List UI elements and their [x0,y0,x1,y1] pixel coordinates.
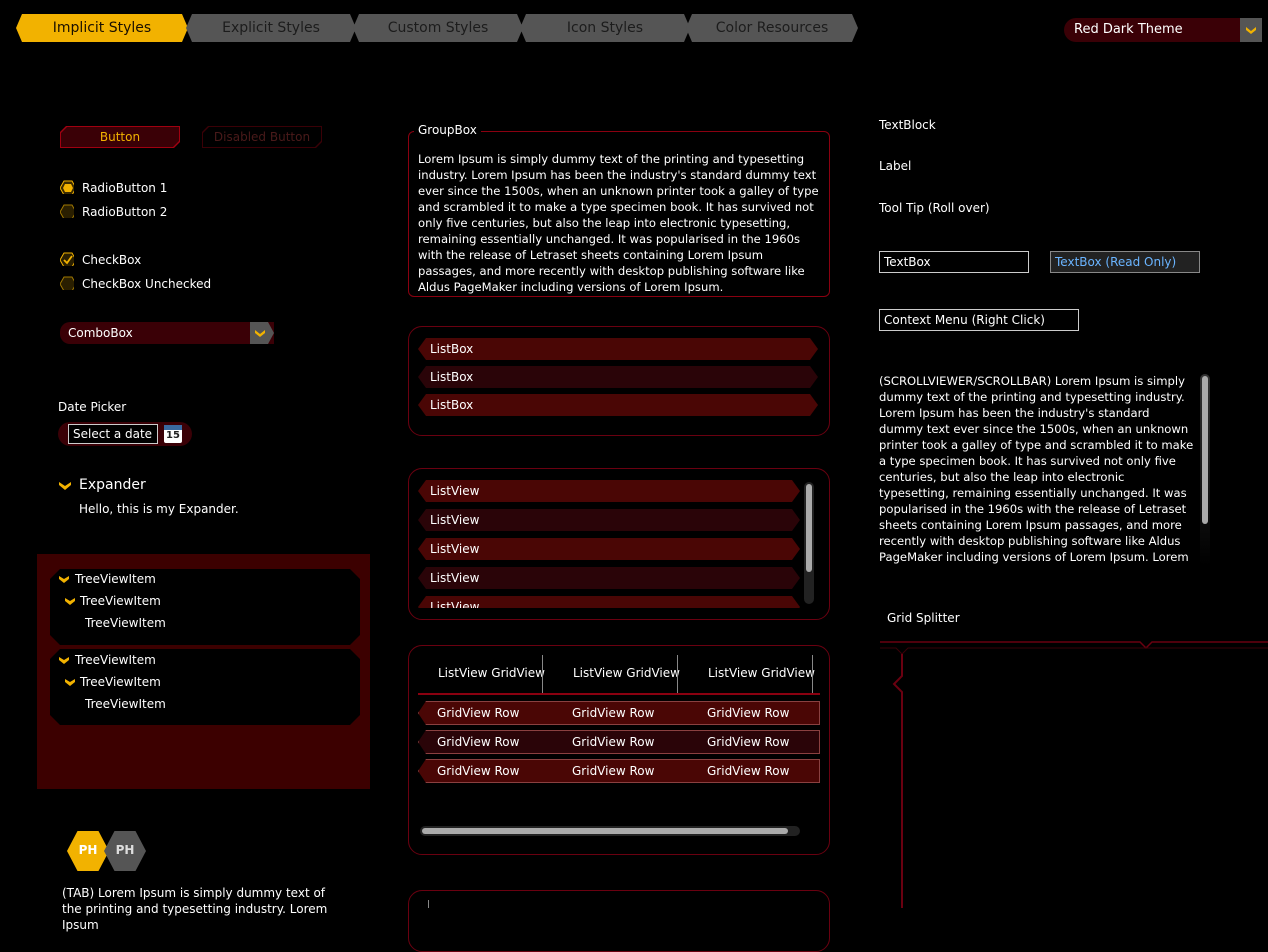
gridview-col-divider [677,655,678,693]
theme-selected: Red Dark Theme [1074,22,1183,37]
listview-item-clip: ListView [418,596,800,608]
gridview-row[interactable]: GridView Row GridView Row GridView Row [418,701,820,725]
tree-item-child-2[interactable]: TreeViewItem [80,671,161,693]
gridview-cell: GridView Row [707,706,790,720]
date-picker-label: Date Picker [58,400,127,414]
tab-label: Custom Styles [387,20,489,36]
grid-splitter-label: Grid Splitter [887,611,960,625]
groupbox-text: Lorem Ipsum is simply dummy text of the … [418,152,819,294]
gridview-cell: GridView Row [707,764,790,778]
tree-item-root-1[interactable]: TreeViewItem [75,568,156,590]
tree-chevron-icon[interactable] [58,574,70,584]
button-label: Button [99,130,141,144]
calendar-day: 15 [166,430,180,441]
tab-label: Icon Styles [566,20,644,36]
tab-ph-active[interactable]: PH [67,831,109,871]
gridview-h-scrollbar[interactable] [420,826,800,836]
tree-chevron-icon[interactable] [64,596,76,606]
tab-ph-inactive[interactable]: PH [104,831,146,871]
tab-custom-styles[interactable]: Custom Styles [353,14,523,42]
scrollviewer-text: (SCROLLVIEWER/SCROLLBAR) Lorem Ipsum is … [879,374,1194,564]
tab-label: Explicit Styles [222,20,320,36]
checkbox-label-2: CheckBox Unchecked [82,277,212,291]
listview-scrollbar-thumb[interactable] [806,484,812,572]
textbox[interactable]: TextBox [879,251,1029,273]
checkbox-label-1: CheckBox [82,253,142,267]
tree-item-child-1[interactable]: TreeViewItem [80,590,161,612]
date-picker[interactable]: Select a date 15 [58,422,192,446]
tab-implicit-styles[interactable]: Implicit Styles [16,14,188,42]
bottom-panel-ticks [428,900,809,908]
context-menu-textbox[interactable]: Context Menu (Right Click) [879,309,1079,331]
combobox-value: ComboBox [68,326,133,340]
listview-scrollbar[interactable] [804,482,814,604]
textbox-readonly[interactable]: TextBox (Read Only) [1050,251,1200,273]
gridview-cell: GridView Row [572,735,655,749]
tab-explicit-styles[interactable]: Explicit Styles [186,14,356,42]
groupbox-header: GroupBox [414,123,481,137]
theme-dropdown-button[interactable] [1240,18,1262,42]
combobox-dropdown-button[interactable] [250,322,274,344]
radio-label-1: RadioButton 1 [82,181,168,195]
calendar-icon[interactable]: 15 [164,425,182,443]
listview-item[interactable]: ListView [418,509,800,531]
radio-label-2: RadioButton 2 [82,205,168,219]
gridview-header-3[interactable]: ListView GridView [708,666,815,680]
gridview-col-divider [542,655,543,693]
combobox[interactable]: ComboBox [60,322,274,344]
tree-chevron-icon[interactable] [64,677,76,687]
expander-chevron-icon[interactable] [58,480,72,492]
tab-icon-styles[interactable]: Icon Styles [520,14,690,42]
listview-item[interactable]: ListView [418,480,800,502]
tab-color-resources[interactable]: Color Resources [686,14,858,42]
listbox-item[interactable]: ListBox [418,366,818,388]
chevron-down-icon [1246,27,1256,34]
gridview-row[interactable]: GridView Row GridView Row GridView Row [418,759,820,783]
gridview-header-underline [418,693,820,695]
scrollviewer-scrollbar-thumb[interactable] [1202,376,1208,524]
gridview-cell: GridView Row [572,764,655,778]
tab-ph-label: PH [115,843,135,857]
tree-item-leaf-1[interactable]: TreeViewItem [85,612,166,634]
gridview-row[interactable]: GridView Row GridView Row GridView Row [418,730,820,754]
listview-item[interactable]: ListView [418,567,800,589]
checkbox-unchecked[interactable] [60,276,74,290]
tab-ph-label: PH [78,843,98,857]
gridview-cell: GridView Row [572,706,655,720]
gridview-h-scrollbar-thumb[interactable] [422,828,788,834]
grid-splitter[interactable] [880,636,1268,908]
label: Label [879,159,912,173]
gridview-col-divider [812,655,813,693]
gridview-header-1[interactable]: ListView GridView [438,666,545,680]
gridview-cell: GridView Row [437,764,520,778]
gridview-cell: GridView Row [437,735,520,749]
gridview-header-2[interactable]: ListView GridView [573,666,680,680]
tab-content-text: (TAB) Lorem Ipsum is simply dummy text o… [62,886,328,932]
tab-label: Color Resources [715,20,829,36]
disabled-button-label: Disabled Button [213,130,311,144]
gridview-cell: GridView Row [707,735,790,749]
radio-button-1[interactable] [60,180,74,194]
textblock: TextBlock [879,118,936,132]
listbox-item[interactable]: ListBox [418,394,818,416]
tree-item-leaf-2[interactable]: TreeViewItem [85,693,166,715]
expander-header[interactable]: Expander [79,477,146,493]
radio-button-2[interactable] [60,204,74,218]
button[interactable]: Button [60,126,180,148]
checkbox-checked[interactable] [60,252,74,266]
date-input[interactable]: Select a date [68,424,158,444]
scrollviewer-scrollbar[interactable] [1200,374,1210,566]
tooltip-target[interactable]: Tool Tip (Roll over) [879,201,990,215]
listview-item[interactable]: ListView [418,538,800,560]
listbox-item[interactable]: ListBox [418,338,818,360]
theme-combobox[interactable]: Red Dark Theme [1064,18,1262,42]
tree-chevron-icon[interactable] [58,655,70,665]
listview-item[interactable]: ListView [418,596,800,608]
chevron-down-icon [255,330,265,337]
expander-content: Hello, this is my Expander. [79,502,239,516]
tab-label: Implicit Styles [52,20,152,36]
tree-item-root-2[interactable]: TreeViewItem [75,649,156,671]
gridview-cell: GridView Row [437,706,520,720]
disabled-button[interactable]: Disabled Button [202,126,322,148]
